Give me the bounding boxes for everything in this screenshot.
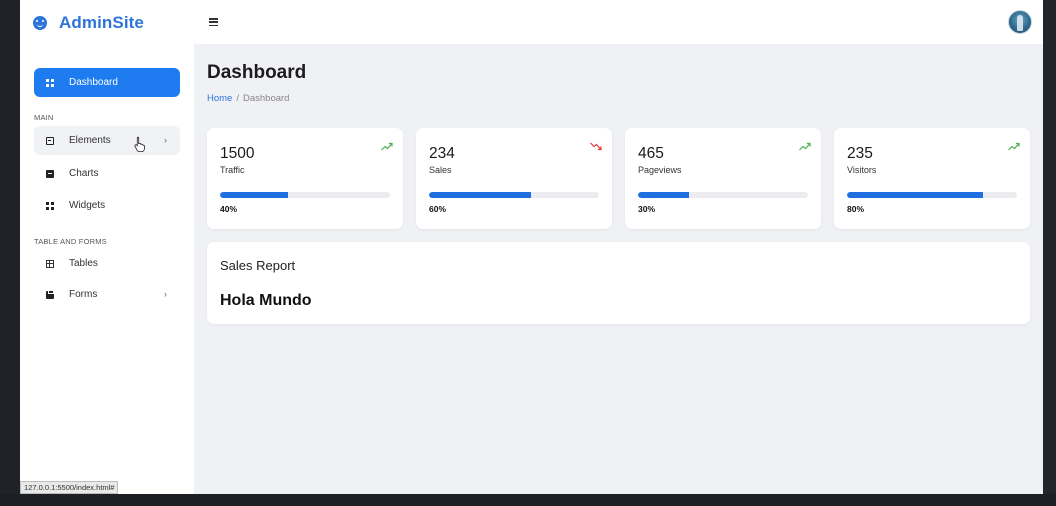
progress-percent: 60% [429, 204, 447, 214]
form-icon [46, 289, 54, 299]
breadcrumb-home-link[interactable]: Home [207, 93, 232, 104]
sidebar-item-dashboard[interactable]: Dashboard [34, 68, 180, 97]
sidebar-item-widgets[interactable]: Widgets [34, 191, 180, 220]
sidebar-item-label: Dashboard [69, 77, 118, 88]
table-icon [46, 259, 54, 268]
hand-pointer-icon [134, 136, 145, 152]
sidebar: AdminSite Dashboard MAIN Elements › Char… [20, 0, 194, 494]
chevron-right-icon: › [164, 289, 167, 299]
stat-label: Traffic [220, 165, 245, 175]
breadcrumb: Home / Dashboard [207, 93, 289, 104]
progress-percent: 40% [220, 204, 238, 214]
progress-fill [638, 192, 689, 198]
sidebar-item-label: Widgets [69, 200, 106, 211]
progress-percent: 30% [638, 204, 656, 214]
progress-track [638, 192, 808, 198]
brand[interactable]: AdminSite [33, 12, 144, 34]
stat-card-sales: 234 Sales 60% [416, 128, 612, 229]
sidebar-item-label: Elements [69, 135, 111, 146]
progress-fill [220, 192, 288, 198]
sidebar-item-label: Forms [69, 289, 98, 300]
stat-label: Visitors [847, 165, 877, 175]
report-title: Sales Report [220, 258, 296, 273]
admin-app: AdminSite Dashboard MAIN Elements › Char… [20, 0, 1043, 494]
trending-up-icon [799, 142, 811, 151]
progress-fill [847, 192, 983, 198]
stat-value: 235 [847, 145, 873, 162]
stat-value: 465 [638, 145, 664, 162]
grid-icon [46, 78, 54, 87]
widgets-icon [46, 201, 54, 210]
status-bar-url: 127.0.0.1:5500/index.html# [20, 481, 119, 494]
stat-label: Pageviews [638, 165, 682, 175]
user-avatar[interactable] [1008, 10, 1032, 34]
sidebar-item-label: Tables [69, 258, 98, 269]
section-label-main: MAIN [34, 113, 54, 122]
sidebar-item-charts[interactable]: Charts [34, 159, 180, 188]
sidebar-item-elements[interactable]: Elements › [34, 126, 180, 155]
stat-label: Sales [429, 165, 452, 175]
trending-down-icon [590, 142, 602, 151]
progress-track [429, 192, 599, 198]
breadcrumb-current: Dashboard [242, 93, 290, 104]
trending-up-icon [381, 142, 393, 151]
page-title: Dashboard [207, 62, 307, 83]
breadcrumb-separator: / [236, 93, 239, 104]
inbox-icon [46, 136, 54, 145]
window-frame-bottom [0, 494, 1056, 506]
progress-fill [429, 192, 531, 198]
chevron-right-icon: › [164, 135, 167, 145]
sidebar-item-forms[interactable]: Forms › [34, 280, 180, 309]
window-frame-left [0, 0, 20, 506]
report-body: Hola Mundo [220, 292, 312, 309]
stat-value: 234 [429, 145, 455, 162]
sidebar-item-label: Charts [69, 168, 99, 179]
sidebar-item-tables[interactable]: Tables [34, 249, 180, 278]
progress-track [220, 192, 390, 198]
stat-card-pageviews: 465 Pageviews 30% [625, 128, 821, 229]
brand-name: AdminSite [59, 13, 144, 32]
hamburger-icon[interactable] [209, 18, 218, 26]
stat-card-visitors: 235 Visitors 80% [834, 128, 1030, 229]
stat-card-traffic: 1500 Traffic 40% [207, 128, 403, 229]
sales-report-card: Sales Report Hola Mundo [207, 242, 1030, 324]
chart-icon [46, 169, 54, 178]
window-frame-right [1043, 0, 1056, 506]
smiley-icon [33, 16, 47, 30]
section-label-table-forms: TABLE AND FORMS [34, 237, 107, 246]
trending-up-icon [1008, 142, 1020, 151]
stat-value: 1500 [220, 145, 255, 162]
topbar [194, 0, 1043, 44]
progress-percent: 80% [847, 204, 865, 214]
progress-track [847, 192, 1017, 198]
